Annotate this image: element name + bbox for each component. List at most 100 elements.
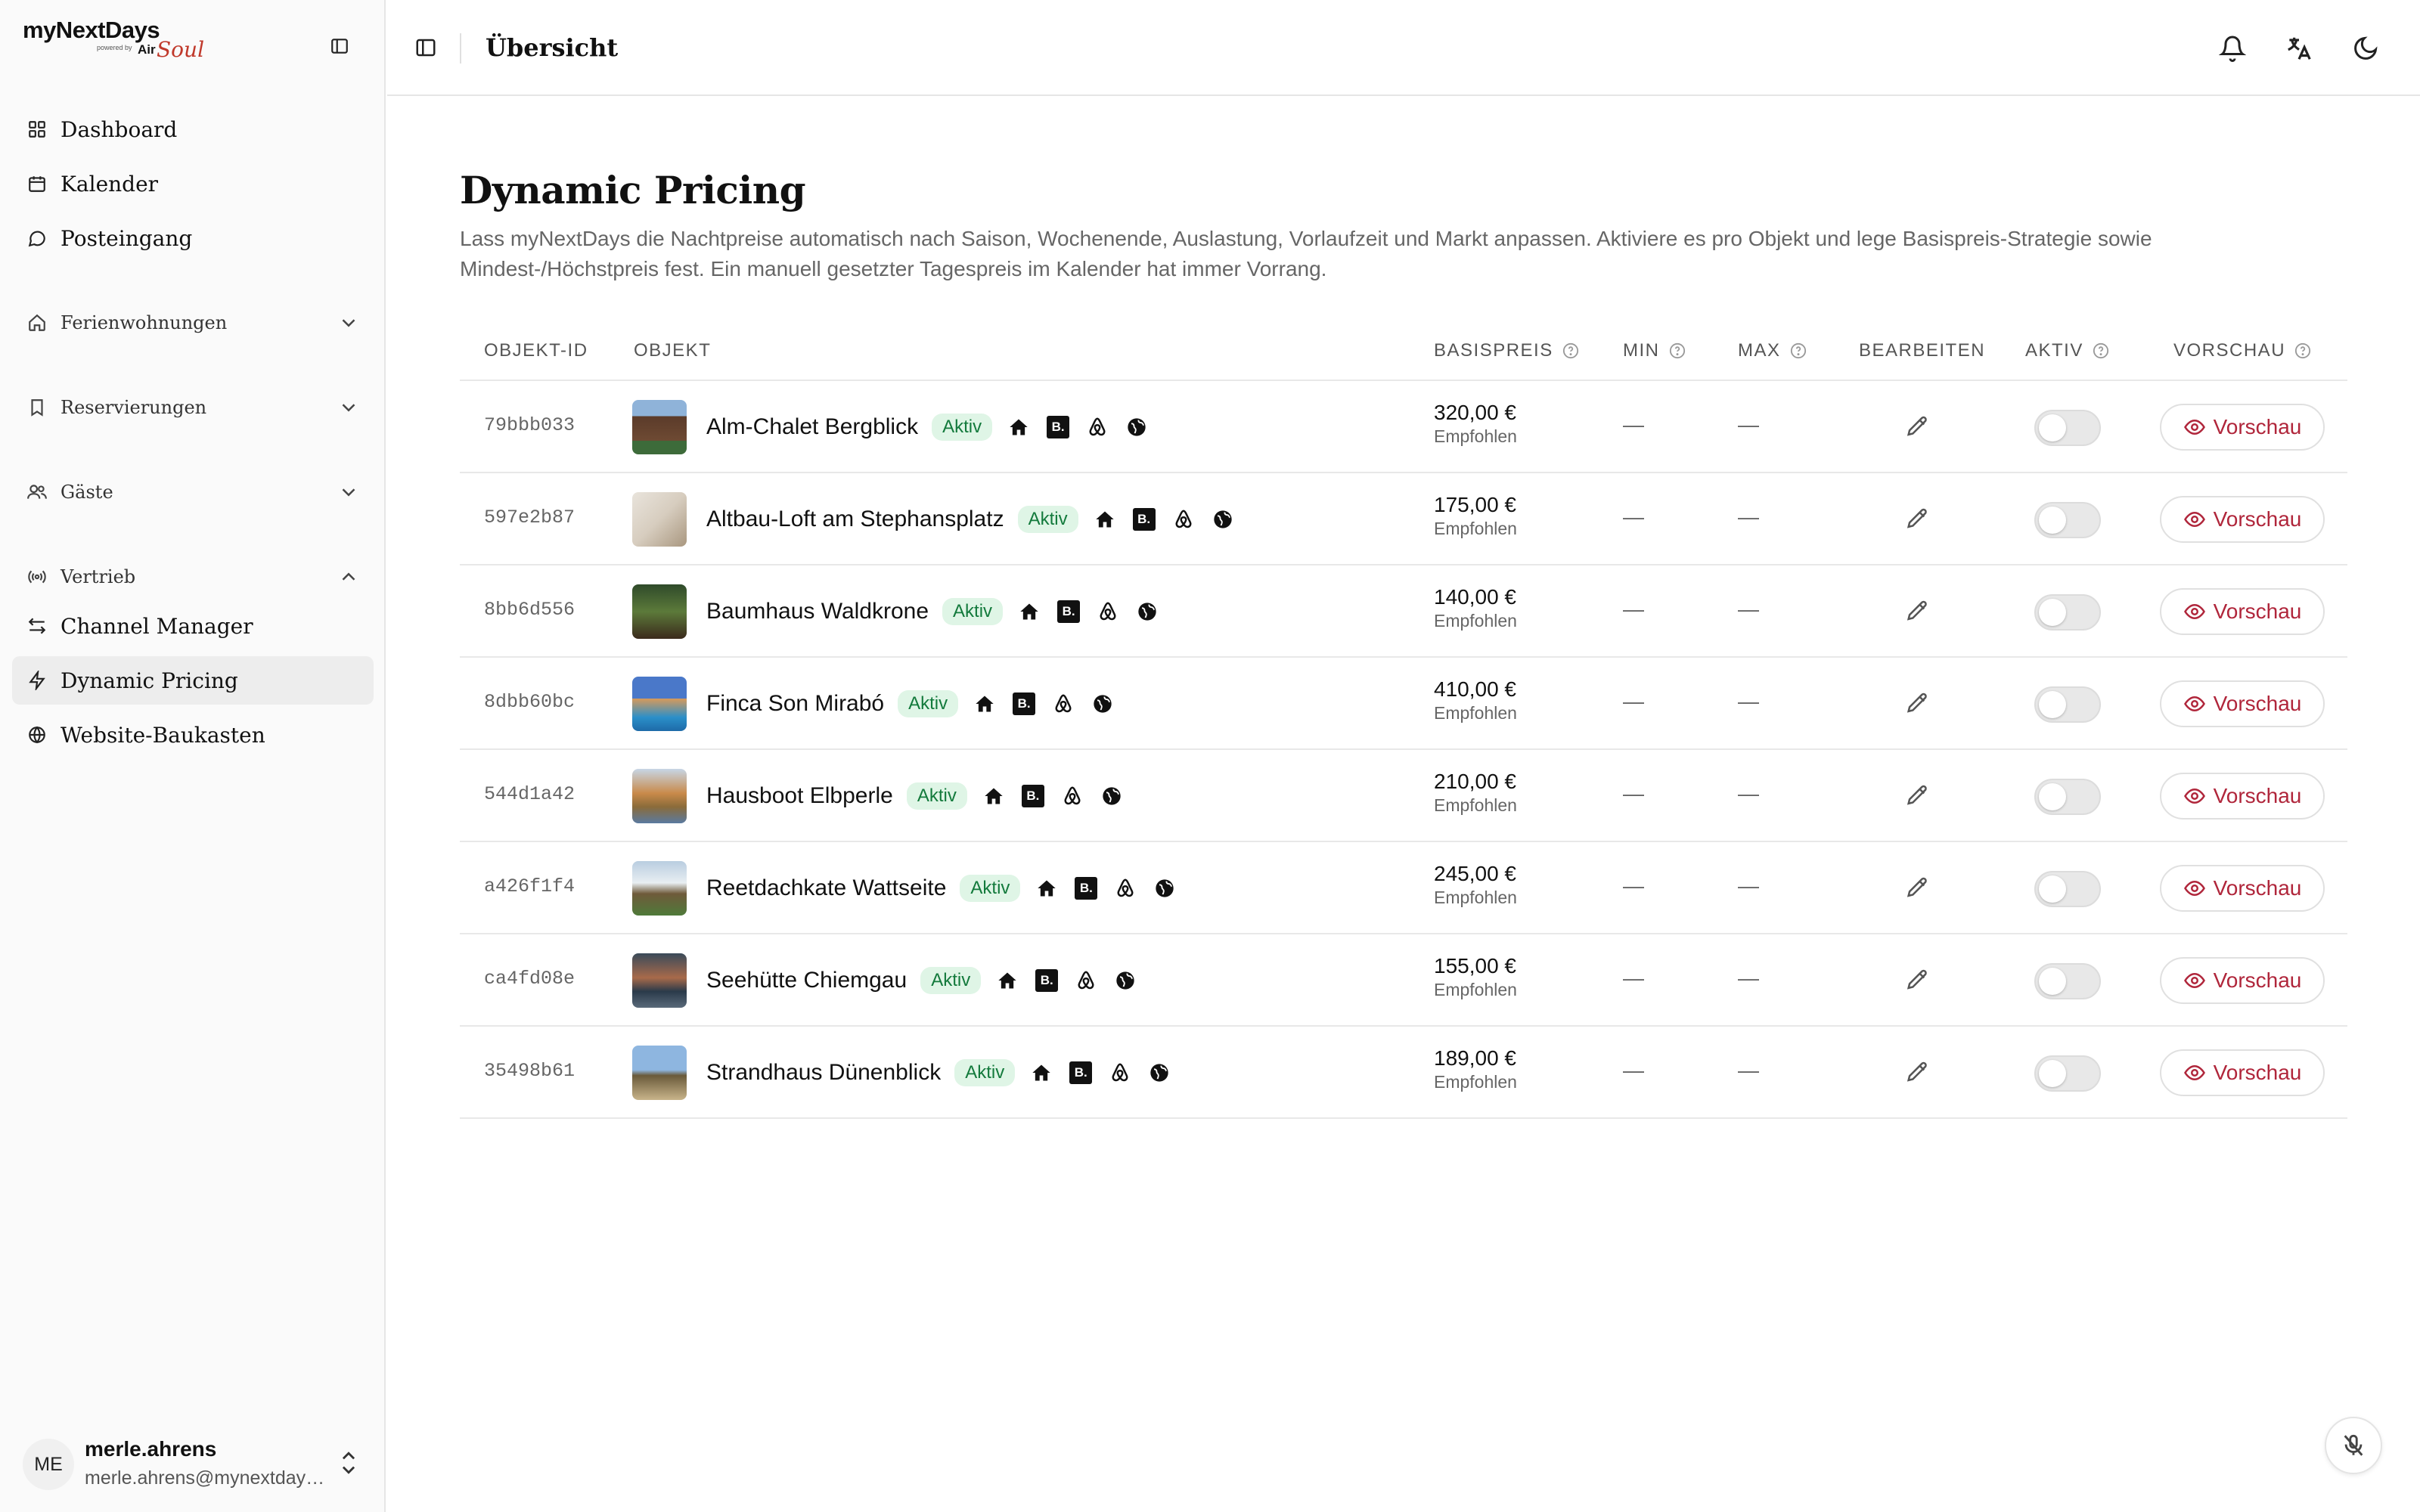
object-name[interactable]: Alm-Chalet Bergblick: [706, 414, 918, 440]
min-price: —: [1623, 413, 1644, 436]
table-row: 8bb6d556 Baumhaus Waldkrone Aktiv B. 140…: [460, 565, 2347, 658]
active-toggle[interactable]: [2034, 594, 2101, 631]
active-toggle[interactable]: [2034, 963, 2101, 999]
preview-button[interactable]: Vorschau: [2160, 680, 2325, 727]
object-name[interactable]: Hausboot Elbperle: [706, 783, 893, 809]
edit-pencil-icon[interactable]: [1904, 414, 1930, 440]
sidebar-item-dynamic-pricing[interactable]: Dynamic Pricing: [12, 656, 374, 705]
sidebar-item-website-baukasten[interactable]: Website-Baukasten: [12, 711, 374, 759]
edit-pencil-icon[interactable]: [1904, 599, 1930, 624]
help-icon[interactable]: [1562, 342, 1579, 359]
help-icon[interactable]: [1669, 342, 1686, 359]
max-price: —: [1738, 782, 1759, 805]
price-hint: Empfohlen: [1434, 1072, 1517, 1092]
sidebar-item-channel-manager[interactable]: Channel Manager: [12, 602, 374, 650]
sidebar-toggle-icon[interactable]: [328, 35, 351, 57]
min-price: —: [1623, 874, 1644, 897]
sidebar-group-vertrieb[interactable]: Vertrieb: [12, 556, 374, 598]
preview-button[interactable]: Vorschau: [2160, 865, 2325, 912]
sidebar-toggle-icon[interactable]: [414, 36, 437, 59]
object-cell: Reetdachkate Wattseite Aktiv B.: [706, 865, 1177, 912]
header-label: BASISPREIS: [1434, 340, 1553, 361]
help-icon[interactable]: [1790, 342, 1807, 359]
preview-button[interactable]: Vorschau: [2160, 1049, 2325, 1096]
table-row: ca4fd08e Seehütte Chiemgau Aktiv B. 155,…: [460, 934, 2347, 1027]
table-row: 8dbb60bc Finca Son Mirabó Aktiv B. 410,0…: [460, 658, 2347, 750]
object-name[interactable]: Seehütte Chiemgau: [706, 968, 907, 993]
status-badge: Aktiv: [954, 1059, 1016, 1086]
moon-icon[interactable]: [2350, 33, 2381, 64]
object-name[interactable]: Baumhaus Waldkrone: [706, 599, 929, 624]
help-icon[interactable]: [2294, 342, 2311, 359]
object-thumbnail: [632, 584, 687, 639]
header-label: VORSCHAU: [2173, 340, 2286, 361]
eye-icon: [2183, 788, 2205, 804]
object-name[interactable]: Finca Son Mirabó: [706, 691, 884, 717]
price-cell: 140,00 € Empfohlen: [1434, 585, 1517, 631]
active-toggle[interactable]: [2034, 410, 2101, 446]
sidebar-item-posteingang[interactable]: Posteingang: [12, 214, 374, 262]
edit-pencil-icon[interactable]: [1904, 507, 1930, 532]
status-badge: Aktiv: [920, 967, 982, 994]
object-name[interactable]: Strandhaus Dünenblick: [706, 1060, 941, 1086]
user-email: merle.ahrens@mynextdays.com: [85, 1467, 327, 1489]
header-bearbeiten: BEARBEITEN: [1859, 340, 1986, 361]
preview-button[interactable]: Vorschau: [2160, 957, 2325, 1004]
sidebar-group-reservierungen[interactable]: Reservierungen: [12, 386, 374, 429]
sidebar-group-ferienwohnungen[interactable]: Ferienwohnungen: [12, 302, 374, 344]
eye-icon: [2183, 603, 2205, 620]
object-id: 8bb6d556: [484, 599, 576, 621]
airbnb-icon: [1112, 875, 1138, 901]
price-cell: 175,00 € Empfohlen: [1434, 493, 1517, 539]
house-icon: [1034, 875, 1060, 901]
preview-button[interactable]: Vorschau: [2160, 404, 2325, 451]
active-toggle[interactable]: [2034, 779, 2101, 815]
edit-pencil-icon[interactable]: [1904, 968, 1930, 993]
sidebar-group-gaeste[interactable]: Gäste: [12, 471, 374, 513]
chevron-down-icon: [342, 404, 355, 412]
active-toggle[interactable]: [2034, 1055, 2101, 1092]
edit-pencil-icon[interactable]: [1904, 875, 1930, 901]
chevron-down-icon: [342, 319, 355, 327]
sidebar-item-dashboard[interactable]: Dashboard: [12, 105, 374, 153]
edit-pencil-icon[interactable]: [1904, 691, 1930, 717]
max-price: —: [1738, 597, 1759, 621]
brand-logo[interactable]: myNextDays powered by Air Soul: [23, 17, 204, 64]
bell-icon[interactable]: [2217, 33, 2248, 64]
translate-icon[interactable]: [2284, 33, 2314, 64]
toggle-knob: [2039, 783, 2066, 810]
base-price: 210,00 €: [1434, 770, 1516, 793]
object-cell: Seehütte Chiemgau Aktiv B.: [706, 957, 1138, 1004]
house-icon: [994, 968, 1020, 993]
max-price: —: [1738, 413, 1759, 436]
user-menu[interactable]: ME merle.ahrens merle.ahrens@mynextdays.…: [23, 1433, 371, 1493]
sidebar: myNextDays powered by Air Soul Dashboard…: [0, 0, 386, 1512]
booking-icon: B.: [1020, 783, 1046, 809]
preview-button[interactable]: Vorschau: [2160, 588, 2325, 635]
object-name[interactable]: Altbau-Loft am Stephansplatz: [706, 507, 1004, 532]
preview-button[interactable]: Vorschau: [2160, 773, 2325, 820]
base-price: 155,00 €: [1434, 954, 1516, 978]
table-row: 79bbb033 Alm-Chalet Bergblick Aktiv B. 3…: [460, 381, 2347, 473]
microphone-off-button[interactable]: [2325, 1417, 2382, 1474]
object-thumbnail: [632, 1046, 687, 1100]
edit-pencil-icon[interactable]: [1904, 1060, 1930, 1086]
edit-pencil-icon[interactable]: [1904, 783, 1930, 809]
booking-icon: B.: [1011, 691, 1037, 717]
min-price: —: [1623, 966, 1644, 990]
active-toggle[interactable]: [2034, 686, 2101, 723]
brand-air: Air: [138, 42, 156, 57]
help-icon[interactable]: [2093, 342, 2109, 359]
table-header: OBJEKT-ID OBJEKT BASISPREIS MIN MAX BEAR…: [460, 322, 2347, 381]
preview-label: Vorschau: [2213, 1061, 2302, 1084]
house-icon: [1092, 507, 1118, 532]
preview-button[interactable]: Vorschau: [2160, 496, 2325, 543]
sidebar-item-kalender[interactable]: Kalender: [12, 160, 374, 208]
active-toggle[interactable]: [2034, 502, 2101, 538]
house-icon: [1028, 1060, 1054, 1086]
active-toggle[interactable]: [2034, 871, 2101, 907]
price-cell: 410,00 € Empfohlen: [1434, 677, 1517, 723]
object-name[interactable]: Reetdachkate Wattseite: [706, 875, 946, 901]
broadcast-icon: [26, 565, 48, 588]
booking-icon: B.: [1056, 599, 1081, 624]
